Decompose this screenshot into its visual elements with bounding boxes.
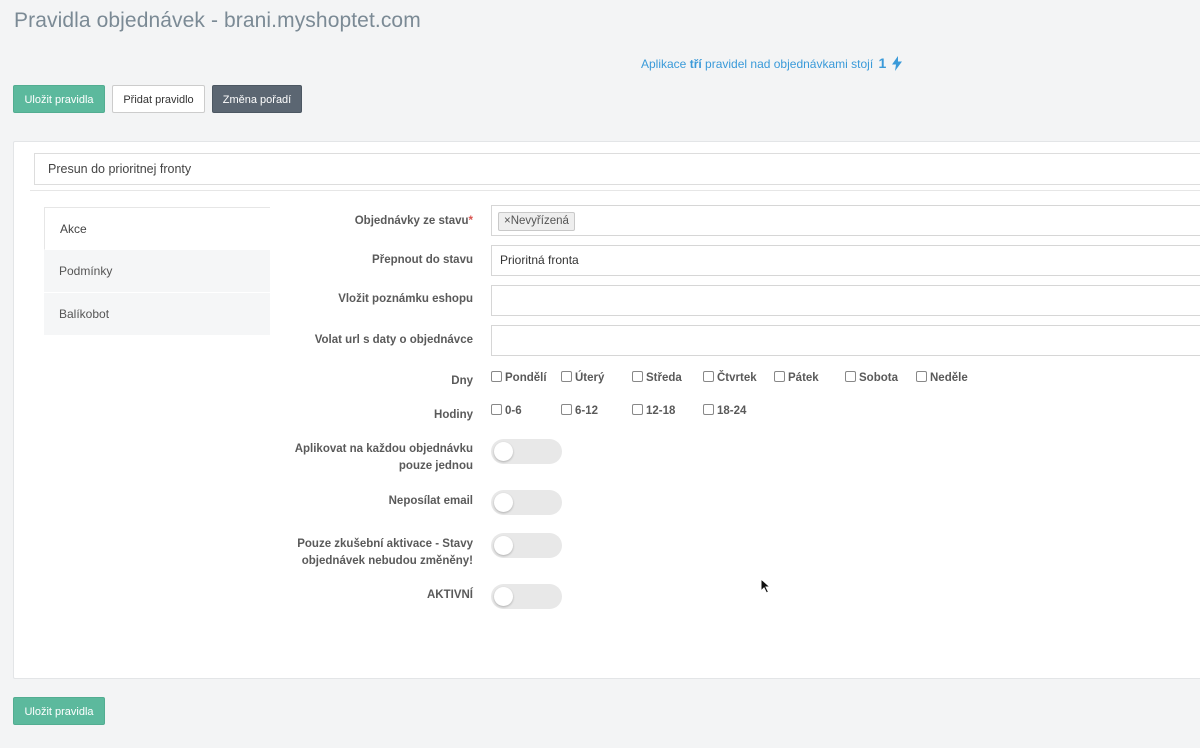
hour-checkbox[interactable]: 12-18 bbox=[632, 404, 675, 417]
save-rules-bottom-button[interactable]: Uložit pravidla bbox=[13, 697, 105, 725]
hour-checkbox[interactable]: 18-24 bbox=[703, 404, 746, 417]
day-checkbox[interactable]: Úterý bbox=[561, 371, 604, 384]
active-label: AKTIVNÍ bbox=[427, 589, 473, 601]
save-rules-button[interactable]: Uložit pravidla bbox=[13, 85, 105, 113]
day-checkbox[interactable]: Čtvrtek bbox=[703, 371, 757, 384]
toggle-knob bbox=[494, 536, 513, 555]
url-input[interactable] bbox=[491, 325, 1200, 356]
pricing-rule-count: tří bbox=[689, 57, 702, 71]
reorder-button[interactable]: Změna pořadí bbox=[212, 85, 302, 113]
divider bbox=[30, 190, 1200, 191]
add-rule-button[interactable]: Přidat pravidlo bbox=[112, 85, 205, 113]
tab-podminky[interactable]: Podmínky bbox=[44, 250, 270, 293]
checkbox-icon[interactable] bbox=[491, 404, 502, 415]
from-state-label: Objednávky ze stavu* bbox=[354, 215, 473, 227]
hours-label: Hodiny bbox=[434, 409, 473, 421]
pricing-prefix: Aplikace bbox=[641, 57, 687, 71]
checkbox-icon[interactable] bbox=[916, 371, 927, 382]
day-checkbox[interactable]: Pátek bbox=[774, 371, 819, 384]
url-label: Volat url s daty o objednávce bbox=[314, 334, 473, 346]
note-label: Vložit poznámku eshopu bbox=[338, 293, 473, 305]
pricing-value: 1 bbox=[878, 55, 887, 71]
form-labels: Objednávky ze stavu* Přepnout do stavu V… bbox=[273, 142, 473, 678]
note-input[interactable] bbox=[491, 285, 1200, 316]
toggle-knob bbox=[494, 493, 513, 512]
checkbox-icon[interactable] bbox=[774, 371, 785, 382]
active-toggle[interactable] bbox=[491, 584, 562, 609]
checkbox-icon[interactable] bbox=[845, 371, 856, 382]
page-title: Pravidla objednávek - brani.myshoptet.co… bbox=[14, 9, 421, 32]
checkbox-icon[interactable] bbox=[491, 371, 502, 382]
checkbox-icon[interactable] bbox=[632, 404, 643, 415]
days-label: Dny bbox=[451, 375, 473, 387]
switch-to-label: Přepnout do stavu bbox=[372, 254, 473, 266]
hour-checkbox[interactable]: 0-6 bbox=[491, 404, 522, 417]
checkbox-icon[interactable] bbox=[703, 404, 714, 415]
tab-balikobot[interactable]: Balíkobot bbox=[44, 293, 270, 336]
no-email-label: Neposílat email bbox=[388, 495, 473, 507]
apply-once-toggle[interactable] bbox=[491, 439, 562, 464]
state-tag-label: Nevyřízená bbox=[510, 215, 569, 227]
no-email-toggle[interactable] bbox=[491, 490, 562, 515]
state-tag: ×Nevyřízená bbox=[498, 212, 575, 231]
day-checkbox[interactable]: Sobota bbox=[845, 371, 898, 384]
tag-remove-icon[interactable]: × bbox=[504, 215, 511, 227]
test-activation-label: Pouze zkušební aktivace - Stavy objednáve… bbox=[297, 538, 473, 567]
toggle-knob bbox=[494, 442, 513, 461]
apply-once-label: Aplikovat na každou objednávku pouze jedn… bbox=[294, 443, 473, 472]
tab-akce[interactable]: Akce bbox=[44, 207, 270, 250]
test-activation-toggle[interactable] bbox=[491, 533, 562, 558]
lightning-icon bbox=[891, 56, 902, 71]
toggle-knob bbox=[494, 587, 513, 606]
day-checkbox[interactable]: Pondělí bbox=[491, 371, 547, 384]
mouse-cursor-icon bbox=[760, 578, 772, 594]
switch-to-select[interactable]: Prioritná fronta bbox=[491, 245, 1200, 276]
pricing-info: Aplikace tří pravidel nad objednávkami s… bbox=[641, 55, 902, 71]
day-checkbox[interactable]: Středa bbox=[632, 371, 682, 384]
checkbox-icon[interactable] bbox=[703, 371, 714, 382]
rule-name-input[interactable]: Presun do prioritnej fronty bbox=[34, 153, 1200, 185]
required-marker: * bbox=[468, 215, 473, 227]
checkbox-icon[interactable] bbox=[561, 371, 572, 382]
day-checkbox[interactable]: Neděle bbox=[916, 371, 968, 384]
rule-tabs: Akce Podmínky Balíkobot bbox=[44, 207, 270, 336]
rule-panel: Presun do prioritnej fronty Akce Podmínk… bbox=[13, 141, 1200, 679]
hour-checkbox[interactable]: 6-12 bbox=[561, 404, 598, 417]
pricing-suffix: pravidel nad objednávkami stojí bbox=[705, 57, 874, 71]
checkbox-icon[interactable] bbox=[632, 371, 643, 382]
checkbox-icon[interactable] bbox=[561, 404, 572, 415]
from-state-select[interactable]: ×Nevyřízená bbox=[491, 205, 1200, 236]
